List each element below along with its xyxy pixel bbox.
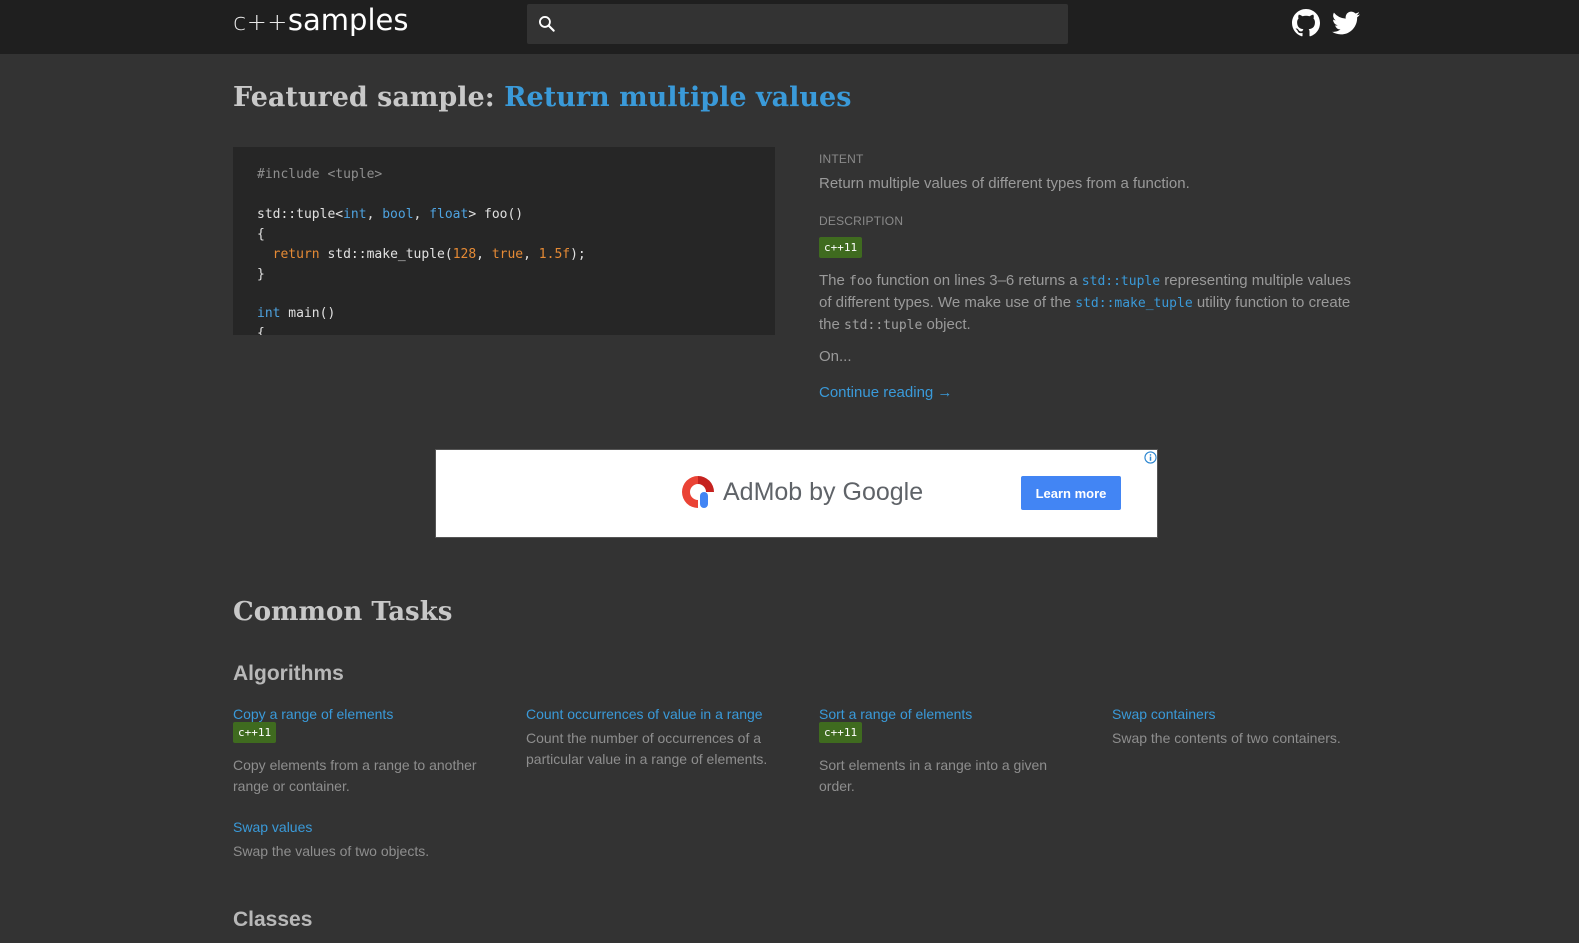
- task-item: Copy a range of elements c++11 Copy elem…: [233, 706, 493, 794]
- code-text: #include <tuple> std::tuple<int, bool, f…: [257, 165, 586, 335]
- task-description: Swap the values of two objects.: [233, 843, 430, 859]
- ad-info-icon[interactable]: [1144, 451, 1157, 464]
- cpp11-badge: c++11: [819, 237, 863, 258]
- inline-code: std::tuple: [844, 318, 923, 333]
- task-item: Swap containers Swap the contents of two…: [1112, 706, 1372, 746]
- desc-fragment: function on lines 3–6 returns a: [872, 272, 1082, 289]
- code-token: }: [257, 266, 265, 282]
- cpp11-badge: c++11: [233, 722, 277, 743]
- task-link[interactable]: Swap values: [233, 819, 493, 835]
- github-link[interactable]: [1292, 9, 1320, 37]
- description-text: The foo function on lines 3–6 returns a …: [819, 270, 1364, 336]
- code-token: int: [343, 206, 367, 222]
- site-logo[interactable]: c++ samples: [233, 3, 408, 47]
- std-make-tuple-link[interactable]: std::make_tuple: [1075, 296, 1192, 311]
- std-tuple-link[interactable]: std::tuple: [1082, 274, 1160, 289]
- common-tasks-heading: Common Tasks: [233, 597, 453, 627]
- search-icon: [539, 16, 555, 32]
- admob-logo-icon: [682, 476, 714, 508]
- logo-prefix: c++: [233, 8, 288, 36]
- task-description: Swap the contents of two containers.: [1112, 730, 1341, 746]
- code-token: true: [491, 246, 524, 262]
- code-token: main(): [280, 306, 336, 322]
- featured-heading: Featured sample: Return multiple values: [233, 82, 851, 113]
- code-token: bool: [382, 206, 414, 222]
- intent-text: Return multiple values of different type…: [819, 175, 1190, 192]
- classes-heading: Classes: [233, 908, 313, 931]
- code-token: {: [257, 326, 265, 335]
- twitter-icon: [1332, 11, 1360, 35]
- code-token: 128: [452, 246, 477, 262]
- task-description: Sort elements in a range into a given or…: [819, 757, 1048, 794]
- task-link[interactable]: Copy a range of elements: [233, 706, 493, 722]
- task-link[interactable]: Swap containers: [1112, 706, 1372, 722]
- task-item: Count occurrences of value in a range Co…: [526, 706, 786, 767]
- desc-fragment: The: [819, 272, 850, 289]
- task-link[interactable]: Count occurrences of value in a range: [526, 706, 786, 722]
- task-description: Count the number of occurrences of a par…: [526, 730, 768, 767]
- ad-brand-text: AdMob by Google: [723, 478, 924, 506]
- logo-name: samples: [287, 3, 409, 37]
- code-token: ,: [523, 246, 539, 262]
- code-token: std::make_tuple(: [319, 246, 453, 262]
- code-token: std::tuple<: [257, 206, 344, 222]
- code-line: #include <tuple>: [257, 167, 383, 182]
- task-description: Copy elements from a range to another ra…: [233, 757, 477, 794]
- continue-reading-link[interactable]: Continue reading →: [819, 384, 952, 401]
- code-token: return: [272, 246, 320, 262]
- code-token: int: [257, 306, 281, 322]
- code-token: 1.5f: [538, 246, 571, 262]
- intent-label: Intent: [819, 152, 864, 166]
- featured-sample-link[interactable]: Return multiple values: [504, 82, 851, 113]
- code-token: );: [570, 246, 586, 262]
- inline-code: foo: [849, 274, 873, 289]
- featured-label: Featured sample:: [233, 82, 495, 113]
- twitter-link[interactable]: [1332, 9, 1360, 37]
- code-snippet: #include <tuple> std::tuple<int, bool, f…: [233, 147, 775, 335]
- code-token: ,: [366, 206, 383, 222]
- truncated-text: On...: [819, 348, 852, 365]
- desc-fragment: object.: [922, 316, 971, 333]
- code-token: float: [429, 206, 469, 222]
- code-token: ,: [476, 246, 492, 262]
- code-token: ,: [413, 206, 430, 222]
- ad-banner[interactable]: AdMob by Google Learn more: [435, 449, 1158, 538]
- task-item: Swap values Swap the values of two objec…: [233, 819, 493, 859]
- cpp11-badge: c++11: [819, 722, 863, 743]
- search-box[interactable]: [527, 4, 1068, 44]
- top-bar: c++ samples: [0, 0, 1579, 54]
- github-icon: [1292, 9, 1320, 37]
- task-item: Sort a range of elements c++11 Sort elem…: [819, 706, 1079, 794]
- algorithms-heading: Algorithms: [233, 662, 344, 685]
- search-input[interactable]: [567, 4, 1062, 44]
- task-link[interactable]: Sort a range of elements: [819, 706, 1079, 722]
- description-label: Description: [819, 214, 904, 228]
- code-token: > foo(): [468, 206, 524, 222]
- code-token: {: [257, 226, 265, 242]
- learn-more-button[interactable]: Learn more: [1021, 476, 1121, 510]
